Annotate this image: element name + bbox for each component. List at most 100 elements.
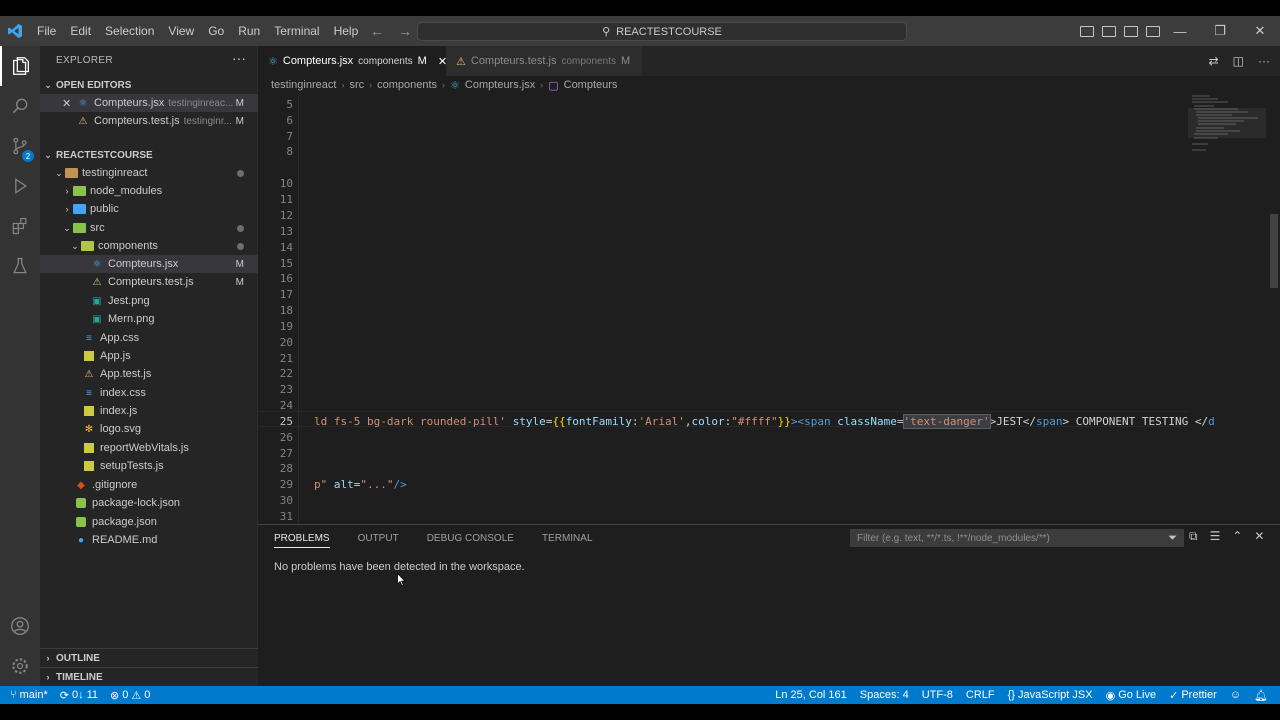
feedback-icon[interactable]: ☺ <box>1230 689 1241 701</box>
tree-file-readme[interactable]: ● README.md <box>40 531 258 549</box>
tree-file-index-css[interactable]: ≡ index.css <box>40 384 258 402</box>
source-control-icon[interactable]: 2 <box>0 126 40 166</box>
tree-file-compteurs-test[interactable]: ⚠ Compteurs.test.js M <box>40 273 258 291</box>
tree-folder-components[interactable]: ⌄ components <box>40 237 258 255</box>
tree-file-logo-svg[interactable]: ✻ logo.svg <box>40 420 258 438</box>
chevron-down-icon: ⌄ <box>44 149 52 160</box>
sync-status[interactable]: ⟳ 0↓ 11 <box>60 689 98 702</box>
tree-file-package-json[interactable]: package.json <box>40 513 258 531</box>
menu-edit[interactable]: Edit <box>63 16 98 46</box>
tree-folder-src[interactable]: ⌄ src <box>40 219 258 237</box>
compare-changes-icon[interactable]: ⇄ <box>1209 54 1219 68</box>
filter-icon[interactable]: ⏷ <box>1168 532 1177 545</box>
src-folder-icon <box>72 221 86 235</box>
toggle-panel-icon[interactable] <box>1102 25 1116 37</box>
tree-file-reportwebvitals[interactable]: reportWebVitals.js <box>40 439 258 457</box>
toggle-secondary-sidebar-icon[interactable] <box>1124 25 1138 37</box>
menu-terminal[interactable]: Terminal <box>267 16 326 46</box>
modified-indicator: M <box>235 258 244 270</box>
tree-file-jest-png[interactable]: ▣ Jest.png <box>40 292 258 310</box>
tree-file-index-js[interactable]: index.js <box>40 402 258 420</box>
close-icon[interactable]: ✕ <box>62 97 71 110</box>
vertical-scrollbar[interactable] <box>1268 94 1280 532</box>
tab-compteurs-jsx[interactable]: ⚛ Compteurs.jsx components M ✕ <box>258 46 447 76</box>
menu-file[interactable]: File <box>30 16 63 46</box>
menu-selection[interactable]: Selection <box>98 16 161 46</box>
close-panel-icon[interactable]: ✕ <box>1254 529 1264 544</box>
tab-compteurs-test[interactable]: ⚠ Compteurs.test.js components M <box>446 46 642 76</box>
breadcrumb-item[interactable]: testinginreact <box>271 79 336 91</box>
tree-file-app-test-js[interactable]: ⚠ App.test.js <box>40 365 258 383</box>
testing-flask-icon[interactable] <box>0 246 40 286</box>
tree-folder-public[interactable]: › public <box>40 200 258 218</box>
tree-file-gitignore[interactable]: ◆ .gitignore <box>40 476 258 494</box>
view-as-list-icon[interactable]: ☰ <box>1210 529 1221 544</box>
language-mode[interactable]: {} JavaScript JSX <box>1008 689 1093 701</box>
open-editor-compteurs-test[interactable]: ⚠ Compteurs.test.js testinginr... M <box>40 112 258 130</box>
prettier-status[interactable]: ✓ Prettier <box>1169 689 1217 702</box>
collapse-all-icon[interactable]: ⧉ <box>1189 529 1198 544</box>
tree-file-setuptests[interactable]: setupTests.js <box>40 457 258 475</box>
open-editor-desc: testinginr... <box>183 115 232 127</box>
breadcrumb-item[interactable]: components <box>377 79 437 91</box>
tab-output[interactable]: OUTPUT <box>358 533 399 544</box>
editor-actions: ⇄ ◫ ··· <box>1209 46 1270 76</box>
accounts-icon[interactable] <box>0 606 40 646</box>
toggle-primary-sidebar-icon[interactable] <box>1080 25 1094 37</box>
command-center[interactable]: ⚲ REACTESTCOURSE <box>417 22 907 41</box>
timeline-section[interactable]: › TIMELINE <box>40 667 258 686</box>
error-count: 0 <box>122 689 129 701</box>
menu-view[interactable]: View <box>161 16 201 46</box>
breadcrumb-item[interactable]: Compteurs <box>564 79 618 91</box>
open-editors-header[interactable]: ⌄ OPEN EDITORS <box>40 76 258 94</box>
problems-status[interactable]: ⊗ 0 ⚠ 0 <box>110 689 150 702</box>
back-arrow-icon[interactable]: ← <box>370 23 384 39</box>
minimize-icon[interactable]: — <box>1160 16 1200 46</box>
problems-filter-input[interactable]: Filter (e.g. text, **/*.ts, !**/node_mod… <box>850 529 1184 547</box>
tree-file-app-css[interactable]: ≡ App.css <box>40 329 258 347</box>
go-live-button[interactable]: ◉ Go Live <box>1106 689 1157 702</box>
menu-go[interactable]: Go <box>201 16 231 46</box>
more-actions-icon[interactable]: ··· <box>1258 54 1270 68</box>
tree-file-package-lock[interactable]: package-lock.json <box>40 494 258 512</box>
forward-arrow-icon[interactable]: → <box>398 23 412 39</box>
tab-terminal[interactable]: TERMINAL <box>542 533 593 544</box>
restore-icon[interactable]: ❐ <box>1200 16 1240 46</box>
language-label: JavaScript JSX <box>1017 689 1093 701</box>
breadcrumb-item[interactable]: Compteurs.jsx <box>465 79 535 91</box>
menu-run[interactable]: Run <box>231 16 267 46</box>
notifications-bell-icon[interactable]: 🔔︎ <box>1254 689 1268 702</box>
tab-debug-console[interactable]: DEBUG CONSOLE <box>427 533 514 544</box>
tab-problems[interactable]: PROBLEMS <box>274 533 330 548</box>
split-editor-icon[interactable]: ◫ <box>1233 54 1244 68</box>
tree-file-app-js[interactable]: App.js <box>40 347 258 365</box>
open-editor-compteurs-jsx[interactable]: ✕ ⚛ Compteurs.jsx testinginreac... M <box>40 94 258 112</box>
explorer-icon[interactable] <box>0 46 40 86</box>
close-window-icon[interactable]: ✕ <box>1240 16 1280 46</box>
code-token: span <box>1035 415 1063 428</box>
customize-layout-icon[interactable] <box>1146 25 1160 37</box>
tree-folder-testinginreact[interactable]: ⌄ testinginreact <box>40 164 258 182</box>
encoding[interactable]: UTF-8 <box>922 689 953 701</box>
search-view-icon[interactable] <box>0 86 40 126</box>
settings-gear-icon[interactable] <box>0 646 40 686</box>
indentation[interactable]: Spaces: 4 <box>860 689 909 701</box>
code-editor[interactable]: 5 6 7 8 10 11 12 13 14 15 16 17 18 19 20… <box>258 94 1280 532</box>
extensions-icon[interactable] <box>0 206 40 246</box>
minimap[interactable] <box>1188 94 1266 532</box>
line-number: 24 <box>279 399 293 412</box>
run-debug-icon[interactable] <box>0 166 40 206</box>
branch-status[interactable]: ⑂ main* <box>10 689 48 701</box>
menu-help[interactable]: Help <box>327 16 366 46</box>
cursor-position[interactable]: Ln 25, Col 161 <box>775 689 847 701</box>
tree-folder-node-modules[interactable]: › node_modules <box>40 182 258 200</box>
end-of-line[interactable]: CRLF <box>966 689 995 701</box>
breadcrumb-item[interactable]: src <box>349 79 364 91</box>
more-actions-icon[interactable]: ··· <box>232 50 246 66</box>
maximize-panel-icon[interactable]: ⌃ <box>1232 529 1242 544</box>
outline-section[interactable]: › OUTLINE <box>40 648 258 667</box>
scrollbar-thumb[interactable] <box>1270 214 1278 288</box>
tree-file-compteurs-jsx[interactable]: ⚛ Compteurs.jsx M <box>40 255 258 273</box>
workspace-header[interactable]: ⌄ REACTESTCOURSE <box>40 146 258 164</box>
tree-file-mern-png[interactable]: ▣ Mern.png <box>40 310 258 328</box>
